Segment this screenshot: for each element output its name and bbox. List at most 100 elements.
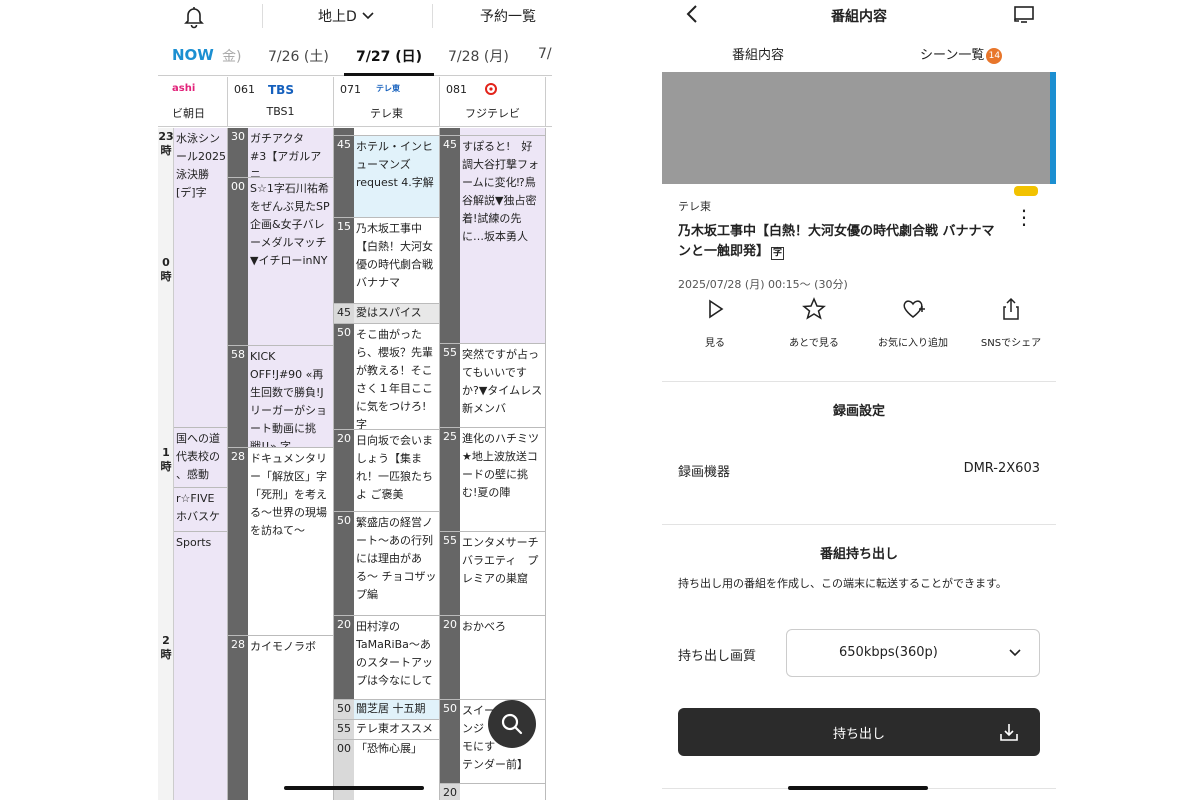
program-title: 水泳シン ール2025 泳決勝 [デ]字 [176, 132, 226, 199]
program-cell[interactable]: 00 「恐怖心展」 [334, 740, 439, 800]
start-minute: 45 [440, 136, 460, 343]
program-title: ホテル・インヒューマンズ request 4.字解 [356, 140, 434, 189]
program-cell[interactable]: 55 エンタメサーチバラエティ プレミアの巣窟 [440, 532, 545, 616]
start-minute: 15 [334, 218, 354, 303]
program-cell[interactable]: 55 突然ですが占ってもいいですか?▼タイムレス新メンバ [440, 344, 545, 428]
channel-name: フジテレビ [465, 107, 520, 120]
program-title: カイモノラボ [250, 640, 316, 653]
tab-now[interactable]: NOW [172, 46, 214, 64]
program-cell[interactable]: 50 繁盛店の経営ノート〜あの行列には理由がある〜 チョコザップ編 [334, 512, 439, 616]
heart-plus-icon [903, 300, 925, 318]
start-minute: 55 [440, 344, 460, 427]
start-minute: 55 [334, 720, 354, 739]
sns-share-button[interactable]: SNSでシェア [966, 296, 1056, 349]
channel-tvtokyo[interactable]: 071 テレ東 テレ東 [334, 77, 440, 127]
program-title: ガチアクタ #3【アガルアニ [250, 132, 322, 178]
tab-date-next[interactable]: 7/ [538, 46, 552, 62]
program-cell[interactable]: 25 進化のハチミツ★地上波放送コードの壁に挑む!夏の陣 [440, 428, 545, 532]
tab-date-0728[interactable]: 7/28 (月) [448, 46, 509, 66]
program-title: おかべろ [462, 620, 506, 633]
guide-top-bar: 地上D 予約一覧 [158, 0, 552, 32]
program-cell[interactable]: 国への道 代表校の 、感動 [174, 428, 228, 488]
program-title: ドキュメンタリー「解放区」字「死刑」を考える〜世界の現場を訪ねて〜 [250, 452, 327, 537]
channel-number: 081 [446, 83, 467, 96]
action-label: あとで見る [789, 338, 839, 349]
action-row: 見る あとで見る お気に入り追加 SNSでシェア [662, 296, 1056, 356]
start-minute-bar [440, 128, 460, 135]
program-cell[interactable]: 28 ドキュメンタリー「解放区」字「死刑」を考える〜世界の現場を訪ねて〜 [228, 448, 333, 636]
program-cell[interactable]: 20 [440, 784, 545, 800]
add-favorite-button[interactable]: お気に入り追加 [868, 296, 958, 349]
channel-fujitv[interactable]: 081 フジテレビ [440, 77, 546, 127]
search-fab-button[interactable] [488, 700, 536, 748]
program-title: そこ曲がったら、櫻坂？先輩が教える！そこさく１年目ここに気をつけろ!字 [356, 328, 433, 430]
home-indicator [284, 786, 424, 790]
channel-asahi[interactable]: ashi ビ朝日 [158, 77, 228, 127]
scene-count-badge: 14 [986, 47, 1003, 64]
program-cell[interactable]: 00 S☆1字石川祐希をぜんぶ見たSP企画&女子バレーメダルマッチ▼イチローin… [228, 178, 333, 346]
program-guide-screen: 地上D 予約一覧 NOW 金) 7/26 (土) 7/27 (日) 7/28 (… [158, 0, 552, 800]
program-cell[interactable]: 20 田村淳のTaMaRiBa〜あのスタートアップは今なにして [334, 616, 439, 700]
tab-program-info[interactable]: 番組内容 [732, 44, 784, 63]
program-title: 繁盛店の経営ノート〜あの行列には理由がある〜 チョコザップ編 [356, 516, 437, 601]
watch-later-button[interactable]: あとで見る [769, 296, 859, 349]
channel-tbs[interactable]: 061 TBS TBS1 [228, 77, 334, 127]
start-minute: 20 [440, 784, 460, 800]
action-label: お気に入り追加 [878, 338, 948, 349]
area-selector[interactable]: 地上D [318, 6, 375, 26]
channel-column-tbs: 30 ガチアクタ #3【アガルアニ 00 S☆1字石川祐希をぜんぶ見たSP企画&… [228, 128, 334, 800]
start-minute: 28 [228, 636, 248, 800]
program-cell[interactable]: 45 愛はスパイス [334, 304, 439, 324]
channel-header: ashi ビ朝日 061 TBS TBS1 071 テレ東 テレ東 081 フジ… [158, 77, 552, 127]
program-cell[interactable]: 20 おかべろ [440, 616, 545, 700]
cast-icon[interactable] [1012, 4, 1036, 28]
program-cell[interactable]: 58 KICK OFF!J#90 «再生回数で勝負!Jリーガーがショート動画に挑… [228, 346, 333, 448]
program-cell[interactable]: 28 カイモノラボ [228, 636, 333, 800]
export-heading: 番組持ち出し [819, 547, 898, 562]
tab-date-0727[interactable]: 7/27 (日) [356, 46, 422, 66]
program-title: 田村淳のTaMaRiBa〜あのスタートアップは今なにして [356, 620, 433, 687]
program-cell[interactable]: 55 テレ東オススメ [334, 720, 439, 740]
export-description: 持ち出し用の番組を作成し、この端末に転送することができます。 [678, 577, 1007, 590]
program-cell[interactable]: 20 日向坂で会いましょう【集まれ！一匹狼たちよ ご褒美 [334, 430, 439, 512]
program-cell[interactable]: 45 ホテル・インヒューマンズ request 4.字解 [334, 136, 439, 218]
program-cell[interactable]: Sports [174, 532, 228, 800]
recorder-label: 録画機器 [678, 465, 731, 480]
program-cell[interactable]: 30 ガチアクタ #3【アガルアニ [228, 128, 333, 178]
play-icon [709, 299, 724, 319]
program-cell[interactable]: 50 そこ曲がったら、櫻坂？先輩が教える！そこさく１年目ここに気をつけろ!字 [334, 324, 439, 430]
export-quality-select[interactable]: 650kbps(360p) [786, 629, 1040, 677]
more-vertical-icon[interactable]: ⋮ [1014, 207, 1034, 227]
program-title: 愛はスパイス [356, 306, 422, 319]
recording-settings-heading: 録画設定 [832, 404, 885, 419]
program-cell [440, 128, 545, 136]
bell-icon[interactable] [180, 2, 208, 30]
channel-number: 071 [340, 83, 361, 96]
reservation-list-link[interactable]: 予約一覧 [480, 6, 536, 26]
program-cell[interactable]: 45 すぽると! 好調大谷打撃フォームに変化⁉鳥谷解説▼独占密着!試練の先に…坂… [440, 136, 545, 344]
program-title: KICK OFF!J#90 «再生回数で勝負!Jリーガーがショート動画に挑戦!!… [250, 350, 327, 448]
program-cell[interactable]: r☆FIVE ホバスケ [174, 488, 228, 532]
program-cell[interactable]: 15 乃木坂工事中【白熱！大河女優の時代劇合戦 バナナマ [334, 218, 439, 304]
program-title: 国への道 代表校の 、感動 [176, 432, 220, 481]
channel-label: テレ東 [678, 200, 711, 213]
start-minute: 20 [440, 616, 460, 699]
program-cell[interactable]: 水泳シン ール2025 泳決勝 [デ]字 [174, 128, 228, 428]
program-thumbnail[interactable] [662, 72, 1056, 184]
divider [662, 381, 1056, 382]
program-cell[interactable]: 50 闇芝居 十五期 [334, 700, 439, 720]
export-button[interactable]: 持ち出し [678, 708, 1040, 756]
program-title: 突然ですが占ってもいいですか?▼タイムレス新メンバ [462, 348, 543, 415]
start-minute: 50 [440, 700, 460, 783]
watch-button[interactable]: 見る [670, 296, 760, 349]
hour-label: 0 時 [160, 256, 172, 283]
export-quality-value: 650kbps(360p) [839, 645, 938, 660]
tab-date-0726[interactable]: 7/26 (土) [268, 46, 329, 66]
tab-date-prev[interactable]: 金) [222, 46, 241, 66]
start-minute: 50 [334, 324, 354, 429]
chevron-down-icon [362, 12, 374, 20]
export-quality-label: 持ち出し画質 [678, 649, 757, 664]
export-button-label: 持ち出し [832, 727, 885, 742]
start-minute: 25 [440, 428, 460, 531]
tab-scene-list[interactable]: シーン一覧 14 [920, 44, 1003, 64]
